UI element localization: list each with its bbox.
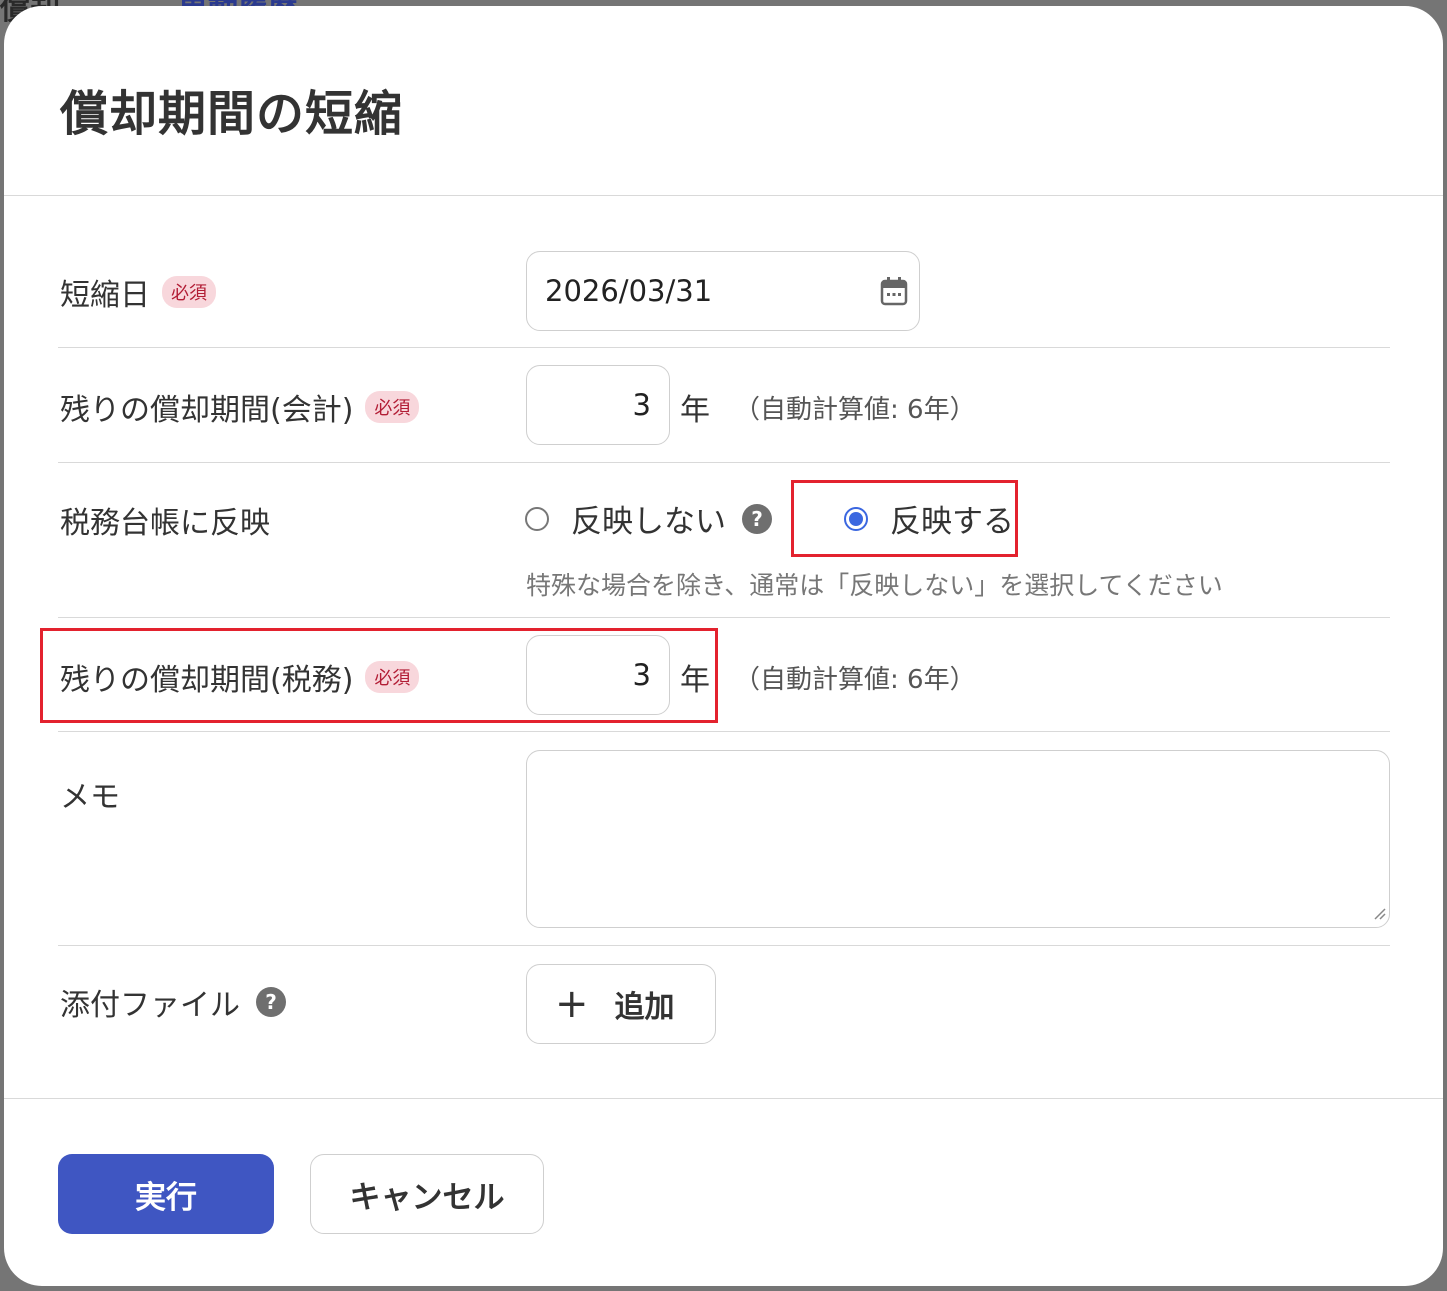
add-attachment-button[interactable]: + 追加	[526, 964, 716, 1044]
execute-button[interactable]: 実行	[58, 1154, 274, 1234]
radio-no-reflect-circle[interactable]	[525, 506, 549, 531]
highlight-box-radio	[791, 480, 1018, 557]
resize-grip-icon[interactable]	[1372, 905, 1386, 924]
required-badge: 必須	[162, 276, 216, 308]
highlight-box-tax-period	[40, 628, 718, 723]
attachment-label: 添付ファイル	[60, 988, 240, 1023]
tax-ledger-hint: 特殊な場合を除き、通常は「反映しない」を選択してください	[526, 571, 1223, 600]
row-divider	[58, 945, 1390, 946]
remaining-accounting-input[interactable]: 3	[526, 365, 670, 445]
required-badge: 必須	[365, 391, 420, 423]
row-divider	[58, 617, 1390, 618]
row-divider	[58, 731, 1390, 732]
remaining-accounting-unit: 年	[680, 393, 710, 428]
add-attachment-label: 追加	[614, 990, 675, 1025]
attachment-label-row: 添付ファイル ?	[60, 980, 286, 1024]
calendar-icon[interactable]	[880, 276, 908, 310]
dialog-title: 償却期間の短縮	[60, 86, 404, 142]
remaining-accounting-auto-value: （自動計算値: 6年）	[734, 395, 976, 425]
cancel-button[interactable]: キャンセル	[310, 1154, 544, 1234]
remaining-accounting-label: 残りの償却期間(会計)	[60, 393, 354, 428]
remaining-tax-auto-value: （自動計算値: 6年）	[734, 665, 976, 695]
plus-icon: +	[555, 981, 589, 1027]
memo-textarea[interactable]	[526, 750, 1390, 928]
remaining-accounting-label-row: 残りの償却期間(会計) 必須	[60, 385, 420, 429]
row-divider	[58, 462, 1390, 463]
radio-no-reflect-label: 反映しない	[571, 504, 726, 540]
shorten-date-input[interactable]: 2026/03/31	[526, 251, 920, 331]
footer-divider	[4, 1098, 1443, 1099]
memo-label: メモ	[60, 780, 120, 815]
row-divider	[58, 347, 1390, 348]
shorten-date-label-row: 短縮日 必須	[60, 270, 216, 314]
tax-ledger-label: 税務台帳に反映	[60, 506, 270, 541]
radio-no-reflect[interactable]: 反映しない ?	[525, 496, 772, 541]
shorten-date-label: 短縮日	[60, 278, 150, 313]
help-icon[interactable]: ?	[742, 503, 772, 534]
shorten-date-value: 2026/03/31	[545, 274, 713, 308]
help-icon[interactable]: ?	[256, 987, 286, 1017]
dialog: 償却期間の短縮 短縮日 必須 2026/03/31 残りの償却期間(会計) 必須…	[4, 6, 1443, 1286]
header-divider	[4, 195, 1443, 196]
